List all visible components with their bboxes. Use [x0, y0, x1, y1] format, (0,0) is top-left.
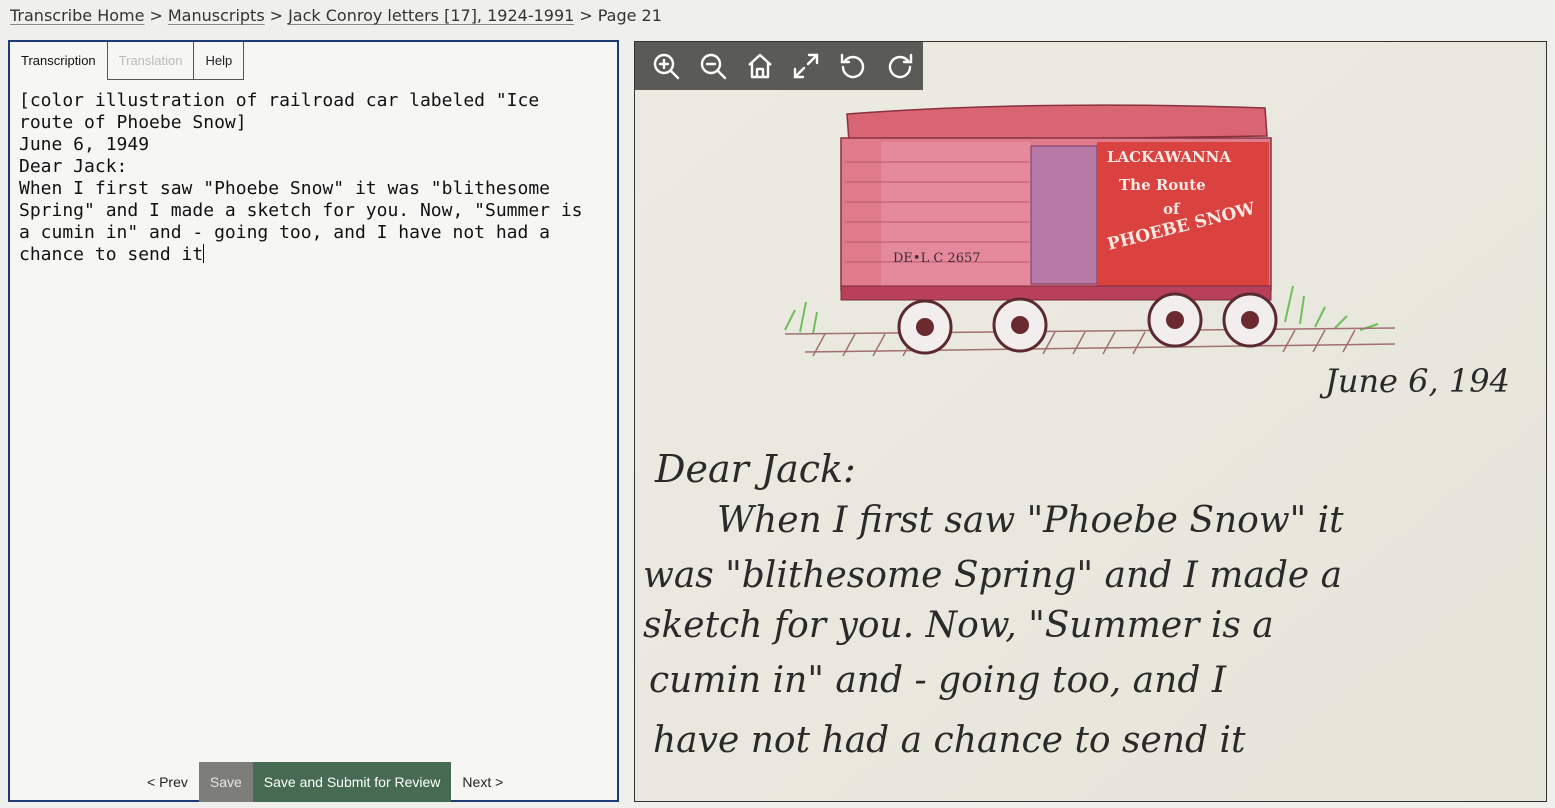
letter-line-4: sketch for you. Now, "Summer is a	[643, 605, 1274, 646]
boxcar-illustration	[840, 104, 1272, 301]
car-sign-line-1: LACKAWANNA	[1107, 148, 1231, 166]
home-icon	[747, 53, 772, 79]
tab-transcription[interactable]: Transcription	[10, 42, 108, 80]
car-number-label: DE•L C 2657	[893, 251, 981, 266]
transcription-text: [color illustration of railroad car labe…	[19, 90, 583, 265]
save-button[interactable]: Save	[198, 762, 253, 802]
letter-line-2: When I first saw "Phoebe Snow" it	[717, 500, 1344, 541]
rotate-left-button[interactable]	[830, 42, 877, 90]
action-buttons: < Prev Save Save and Submit for Review N…	[136, 762, 514, 802]
fullscreen-button[interactable]	[783, 42, 830, 90]
rotate-left-icon	[840, 53, 865, 79]
breadcrumb-link-collection[interactable]: Jack Conroy letters [17], 1924-1991	[288, 6, 574, 25]
transcription-panel: Transcription Translation Help [color il…	[8, 40, 619, 802]
zoom-out-icon	[700, 53, 727, 80]
letter-line-5: cumin in" and - going too, and I	[649, 660, 1227, 701]
zoom-out-button[interactable]	[690, 42, 737, 90]
zoom-in-button[interactable]	[643, 42, 690, 90]
home-button[interactable]	[736, 42, 783, 90]
letter-line-6: have not had a chance to send it	[653, 720, 1246, 761]
car-sign-line-3: of	[1163, 200, 1181, 218]
fullscreen-icon	[794, 53, 819, 79]
letter-date: June 6, 194	[1319, 362, 1510, 400]
transcription-editor[interactable]: [color illustration of railroad car labe…	[19, 90, 609, 750]
breadcrumb: Transcribe Home > Manuscripts > Jack Conroy …	[10, 6, 662, 25]
rotate-right-icon	[888, 53, 912, 79]
car-sign-line-2: The Route	[1119, 176, 1206, 194]
next-button[interactable]: Next >	[451, 762, 514, 802]
letter-line-1: Dear Jack:	[654, 447, 856, 491]
breadcrumb-separator: >	[149, 6, 163, 25]
viewer-toolbar	[635, 42, 923, 90]
tab-bar: Transcription Translation Help	[10, 42, 245, 80]
image-viewer[interactable]: LACKAWANNA The Route of PHOEBE SNOW DE•L…	[634, 41, 1547, 802]
manuscript-page-image: LACKAWANNA The Route of PHOEBE SNOW DE•L…	[635, 42, 1546, 801]
prev-button[interactable]: < Prev	[136, 762, 199, 802]
breadcrumb-separator: >	[579, 6, 593, 25]
tab-translation[interactable]: Translation	[107, 42, 195, 80]
text-cursor	[203, 244, 205, 263]
breadcrumb-separator: >	[269, 6, 284, 25]
rotate-right-button[interactable]	[876, 42, 923, 90]
breadcrumb-link-manuscripts[interactable]: Manuscripts	[168, 6, 265, 25]
save-and-submit-button[interactable]: Save and Submit for Review	[252, 762, 452, 802]
tab-help[interactable]: Help	[194, 42, 245, 80]
breadcrumb-link-home[interactable]: Transcribe Home	[10, 6, 144, 25]
zoom-in-icon	[654, 53, 680, 80]
letter-line-3: was "blithesome Spring" and I made a	[643, 555, 1342, 596]
breadcrumb-current-page: Page 21	[597, 6, 662, 25]
